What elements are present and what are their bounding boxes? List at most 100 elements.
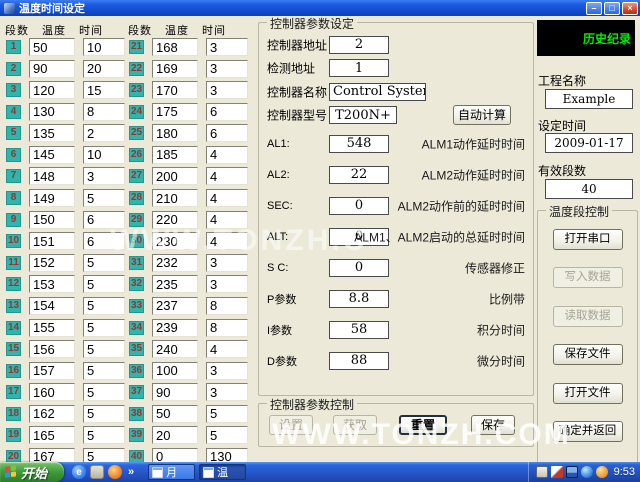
time-input[interactable] xyxy=(83,167,125,185)
time-input[interactable] xyxy=(206,448,248,462)
taskbar-window-2[interactable]: 温 xyxy=(199,464,246,480)
temperature-input[interactable] xyxy=(29,275,75,293)
sec-field-input[interactable] xyxy=(329,197,389,215)
valid-segments-field[interactable] xyxy=(545,179,633,199)
time-input[interactable] xyxy=(83,426,125,444)
time-input[interactable] xyxy=(83,297,125,315)
temperature-input[interactable] xyxy=(152,167,198,185)
controller-address-field-input[interactable] xyxy=(329,36,389,54)
time-input[interactable] xyxy=(83,103,125,121)
save-button[interactable]: 保存 xyxy=(471,415,515,435)
al2-field-input[interactable] xyxy=(329,166,389,184)
temperature-input[interactable] xyxy=(152,38,198,56)
time-input[interactable] xyxy=(83,38,125,56)
temperature-input[interactable] xyxy=(152,426,198,444)
time-input[interactable] xyxy=(83,448,125,462)
time-input[interactable] xyxy=(206,167,248,185)
time-input[interactable] xyxy=(83,319,125,337)
time-input[interactable] xyxy=(206,426,248,444)
time-input[interactable] xyxy=(83,60,125,78)
temperature-input[interactable] xyxy=(152,448,198,462)
time-input[interactable] xyxy=(83,362,125,380)
temperature-input[interactable] xyxy=(29,383,75,401)
minimize-button[interactable]: – xyxy=(586,2,602,15)
time-input[interactable] xyxy=(206,340,248,358)
temperature-input[interactable] xyxy=(29,124,75,142)
temperature-input[interactable] xyxy=(29,254,75,272)
time-input[interactable] xyxy=(83,124,125,142)
temperature-input[interactable] xyxy=(152,103,198,121)
detect-address-field-input[interactable] xyxy=(329,59,389,77)
time-input[interactable] xyxy=(206,81,248,99)
temperature-input[interactable] xyxy=(29,81,75,99)
update-icon[interactable] xyxy=(596,466,608,478)
temperature-input[interactable] xyxy=(29,405,75,423)
time-input[interactable] xyxy=(206,60,248,78)
time-input[interactable] xyxy=(83,189,125,207)
time-input[interactable] xyxy=(83,211,125,229)
temperature-input[interactable] xyxy=(152,405,198,423)
time-input[interactable] xyxy=(83,340,125,358)
write-data-button[interactable]: 写入数据 xyxy=(553,267,623,288)
time-input[interactable] xyxy=(206,124,248,142)
fetch-button[interactable]: 获取 xyxy=(333,415,377,435)
temperature-input[interactable] xyxy=(29,448,75,462)
time-input[interactable] xyxy=(83,254,125,272)
temperature-input[interactable] xyxy=(152,189,198,207)
auto-calculate-button[interactable]: 自动计算 xyxy=(453,105,511,125)
temperature-input[interactable] xyxy=(29,426,75,444)
project-name-field[interactable] xyxy=(545,89,633,109)
temperature-input[interactable] xyxy=(152,124,198,142)
time-input[interactable] xyxy=(83,146,125,164)
temperature-input[interactable] xyxy=(29,60,75,78)
time-input[interactable] xyxy=(83,81,125,99)
temperature-input[interactable] xyxy=(152,362,198,380)
open-file-button[interactable]: 打开文件 xyxy=(553,383,623,404)
temperature-input[interactable] xyxy=(152,60,198,78)
reset-button[interactable]: 重置 xyxy=(399,415,447,435)
time-input[interactable] xyxy=(83,275,125,293)
temperature-input[interactable] xyxy=(29,340,75,358)
messenger-icon[interactable] xyxy=(581,466,593,478)
temperature-input[interactable] xyxy=(152,319,198,337)
time-input[interactable] xyxy=(206,189,248,207)
language-bar-icon[interactable] xyxy=(536,466,548,478)
time-input[interactable] xyxy=(83,232,125,250)
temperature-input[interactable] xyxy=(29,362,75,380)
temperature-input[interactable] xyxy=(29,297,75,315)
temperature-input[interactable] xyxy=(29,211,75,229)
save-file-button[interactable]: 保存文件 xyxy=(553,344,623,365)
p-param-field-input[interactable] xyxy=(329,290,389,308)
temperature-input[interactable] xyxy=(152,297,198,315)
temperature-input[interactable] xyxy=(29,167,75,185)
temperature-input[interactable] xyxy=(152,383,198,401)
read-data-button[interactable]: 读取数据 xyxy=(553,306,623,327)
display-settings-icon[interactable] xyxy=(566,466,578,478)
time-input[interactable] xyxy=(206,383,248,401)
time-input[interactable] xyxy=(206,297,248,315)
temperature-input[interactable] xyxy=(152,254,198,272)
temperature-input[interactable] xyxy=(29,232,75,250)
time-input[interactable] xyxy=(206,38,248,56)
start-button[interactable]: 开始 xyxy=(0,462,64,482)
time-input[interactable] xyxy=(83,383,125,401)
maximize-button[interactable]: □ xyxy=(604,2,620,15)
sc-field-input[interactable] xyxy=(329,259,389,277)
taskbar-window-1[interactable]: 月 xyxy=(148,464,195,480)
temperature-input[interactable] xyxy=(29,319,75,337)
temperature-input[interactable] xyxy=(152,275,198,293)
time-input[interactable] xyxy=(206,254,248,272)
controller-name-field-input[interactable] xyxy=(329,83,426,101)
show-desktop-icon[interactable] xyxy=(90,465,104,479)
temperature-input[interactable] xyxy=(152,340,198,358)
media-player-icon[interactable] xyxy=(108,465,122,479)
temperature-input[interactable] xyxy=(29,103,75,121)
set-date-field[interactable] xyxy=(545,133,633,153)
d-param-field-input[interactable] xyxy=(329,352,389,370)
time-input[interactable] xyxy=(206,146,248,164)
time-input[interactable] xyxy=(206,232,248,250)
i-param-field-input[interactable] xyxy=(329,321,389,339)
time-input[interactable] xyxy=(206,211,248,229)
time-input[interactable] xyxy=(206,405,248,423)
time-input[interactable] xyxy=(206,362,248,380)
